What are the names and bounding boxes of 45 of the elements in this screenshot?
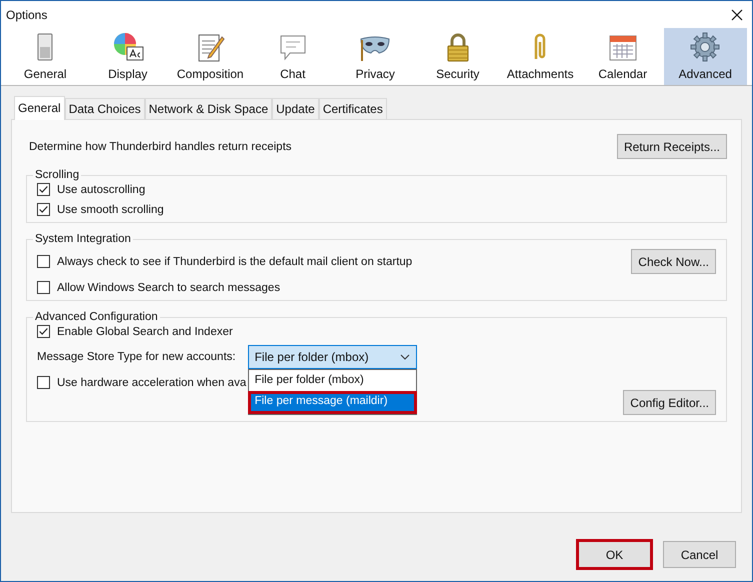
dropdown[interactable]: File per folder (mbox)	[248, 345, 417, 369]
checkbox-label[interactable]: Always check to see if Thunderbird is the default mail client on startup	[57, 256, 412, 268]
tab[interactable]: General	[14, 96, 65, 120]
close-icon[interactable]	[731, 8, 743, 20]
group-title: System Integration	[34, 233, 132, 245]
checkbox-label[interactable]: Use hardware acceleration when ava	[57, 376, 246, 388]
group-title: Advanced Configuration	[34, 311, 159, 323]
checkbox[interactable]	[37, 203, 50, 216]
toolbar-button[interactable]: Attachments	[499, 28, 582, 85]
checkbox[interactable]	[37, 325, 50, 338]
toolbar-button[interactable]: Privacy	[334, 28, 416, 85]
toolbar-button[interactable]: Advanced	[664, 28, 746, 85]
return-receipts-button[interactable]: Return Receipts...	[616, 134, 727, 159]
color-wheel-icon	[112, 31, 144, 63]
description-text: Determine how Thunderbird handles return receipts	[29, 140, 292, 152]
field-label: Message Store Type for new accounts:	[37, 351, 236, 363]
tab[interactable]: Update	[272, 98, 319, 119]
checkbox-label[interactable]: Use smooth scrolling	[57, 204, 164, 216]
toolbar-button[interactable]: Calendar	[582, 28, 664, 85]
checkbox-label[interactable]: Allow Windows Search to search messages	[57, 282, 280, 294]
check-now-button[interactable]: Check Now...	[631, 249, 716, 274]
paperclip-icon	[534, 33, 546, 61]
dialog-button[interactable]: Cancel	[663, 541, 736, 568]
tab[interactable]: Data Choices	[64, 98, 145, 119]
settings-icon	[689, 31, 722, 63]
toolbar-button[interactable]: General	[4, 28, 86, 85]
dialog-button[interactable]: OK	[578, 541, 651, 568]
toolbar-button[interactable]: Chat	[252, 28, 334, 85]
checkbox[interactable]	[37, 183, 50, 196]
checkbox[interactable]	[37, 255, 50, 268]
checkbox-label[interactable]: Use autoscrolling	[57, 184, 146, 196]
dropdown-option[interactable]: File per folder (mbox)	[248, 371, 416, 392]
config-editor-button[interactable]: Config Editor...	[623, 390, 716, 415]
toolbar-button[interactable]: Composition	[169, 28, 252, 85]
toolbar-button[interactable]: Security	[416, 28, 499, 85]
tab[interactable]: Certificates	[318, 98, 387, 119]
dropdown-option[interactable]: File per message (maildir)	[248, 392, 416, 413]
checkbox-label[interactable]: Enable Global Search and Indexer	[57, 326, 233, 338]
toolbar-button[interactable]: Display	[86, 28, 169, 85]
chevron-icon	[400, 354, 410, 360]
checkbox[interactable]	[37, 281, 50, 294]
group-title: Scrolling	[34, 169, 80, 181]
tab[interactable]: Network & Disk Space	[144, 98, 272, 119]
window-title: Options	[6, 8, 48, 22]
checkbox[interactable]	[37, 376, 50, 389]
